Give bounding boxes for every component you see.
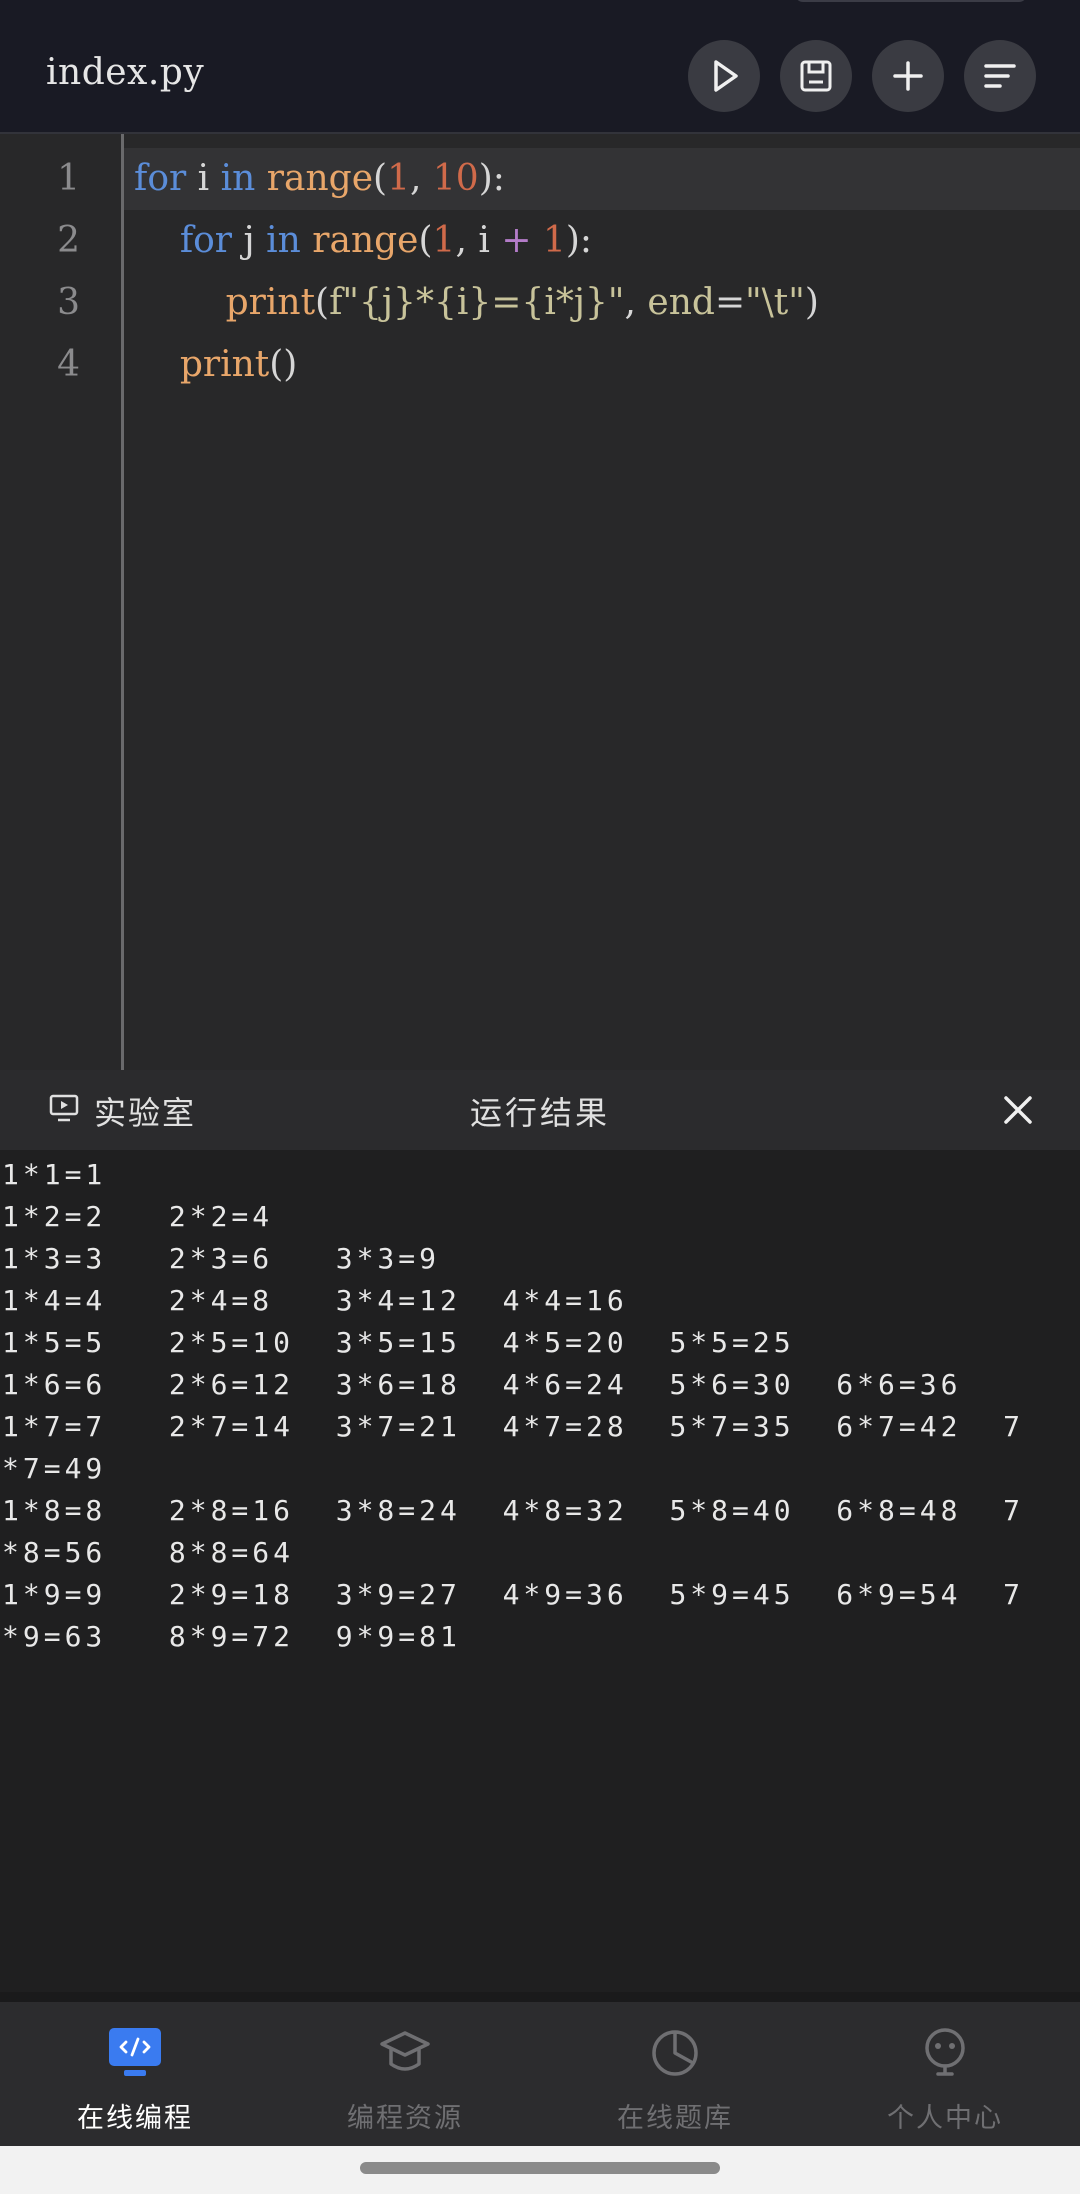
code-line-3[interactable]: print(f"{j}*{i}={i*j}", end="\t"): [134, 282, 819, 323]
gutter-divider: [121, 134, 124, 1072]
line-number: 2: [57, 220, 80, 261]
run-output: 1*1=1 1*2=2 2*2=4 1*3=3 2*3=6 3*3=9 1*4=4 2…: [0, 1150, 1080, 1992]
output-line: 1*7=7 2*7=14 3*7=21 4*7=28 5*7=35 6*7=42…: [2, 1410, 1025, 1443]
editor-header: index.py: [0, 0, 1080, 132]
nav-label: 编程资源: [347, 2103, 463, 2134]
play-icon: [714, 60, 738, 92]
nav-label: 个人中心: [887, 2103, 1003, 2134]
line-number: 3: [57, 282, 80, 323]
output-line: 1*6=6 2*6=12 3*6=18 4*6=24 5*6=30 6*6=36: [2, 1368, 962, 1401]
code-line-2[interactable]: for j in range(1, i + 1):: [134, 220, 592, 261]
pie-chart-icon: [652, 2030, 698, 2076]
output-line: 1*9=9 2*9=18 3*9=27 4*9=36 5*9=45 6*9=54…: [2, 1578, 1025, 1611]
output-line: 1*8=8 2*8=16 3*8=24 4*8=32 5*8=40 6*8=48…: [2, 1494, 1025, 1527]
home-indicator[interactable]: [360, 2162, 720, 2174]
plus-icon: [893, 61, 923, 91]
output-line: 1*4=4 2*4=8 3*4=12 4*4=16: [2, 1284, 628, 1317]
result-title: 运行结果: [469, 1094, 610, 1132]
file-name: index.py: [46, 52, 205, 93]
nav-label: 在线编程: [77, 2103, 193, 2134]
menu-icon: [984, 64, 1016, 88]
nav-item-coding-resources[interactable]: 编程资源: [270, 2002, 540, 2146]
code-editor[interactable]: 1 2 3 4 for i in range(1, 10): for j in …: [0, 132, 1080, 1072]
menu-button[interactable]: [964, 40, 1036, 112]
save-button[interactable]: [780, 40, 852, 112]
add-button[interactable]: [872, 40, 944, 112]
nav-item-profile[interactable]: 个人中心: [810, 2002, 1080, 2146]
graduation-cap-icon: [380, 2031, 430, 2071]
output-line: 1*5=5 2*5=10 3*5=15 4*5=20 5*5=25: [2, 1326, 795, 1359]
output-line: 1*1=1: [2, 1158, 107, 1191]
output-line: 1*2=2 2*2=4: [2, 1200, 274, 1233]
top-handle: [795, 0, 1027, 2]
line-number: 1: [57, 158, 80, 199]
code-line-4[interactable]: print(): [134, 344, 298, 385]
nav-item-question-bank[interactable]: 在线题库: [540, 2002, 810, 2146]
result-panel-header: 实验室 运行结果: [0, 1070, 1080, 1150]
code-line-1[interactable]: for i in range(1, 10):: [134, 158, 505, 199]
home-indicator-area: [0, 2146, 1080, 2194]
save-icon: [800, 60, 832, 92]
nav-separator: [0, 1992, 1080, 2002]
output-line: *7=49: [2, 1452, 107, 1485]
run-button[interactable]: [688, 40, 760, 112]
line-number: 4: [57, 344, 80, 385]
user-icon: [925, 2028, 965, 2076]
nav-item-online-coding[interactable]: 在线编程: [0, 2002, 270, 2146]
close-icon[interactable]: [1000, 1092, 1036, 1128]
output-line: *8=56 8*8=64: [2, 1536, 295, 1569]
code-monitor-icon: [109, 2028, 161, 2076]
output-line: 1*3=3 2*3=6 3*3=9: [2, 1242, 441, 1275]
bottom-navigation: 在线编程 编程资源 在线题库 个人中心: [0, 2002, 1080, 2146]
output-line: *9=63 8*9=72 9*9=81: [2, 1620, 461, 1653]
nav-label: 在线题库: [617, 2103, 733, 2134]
